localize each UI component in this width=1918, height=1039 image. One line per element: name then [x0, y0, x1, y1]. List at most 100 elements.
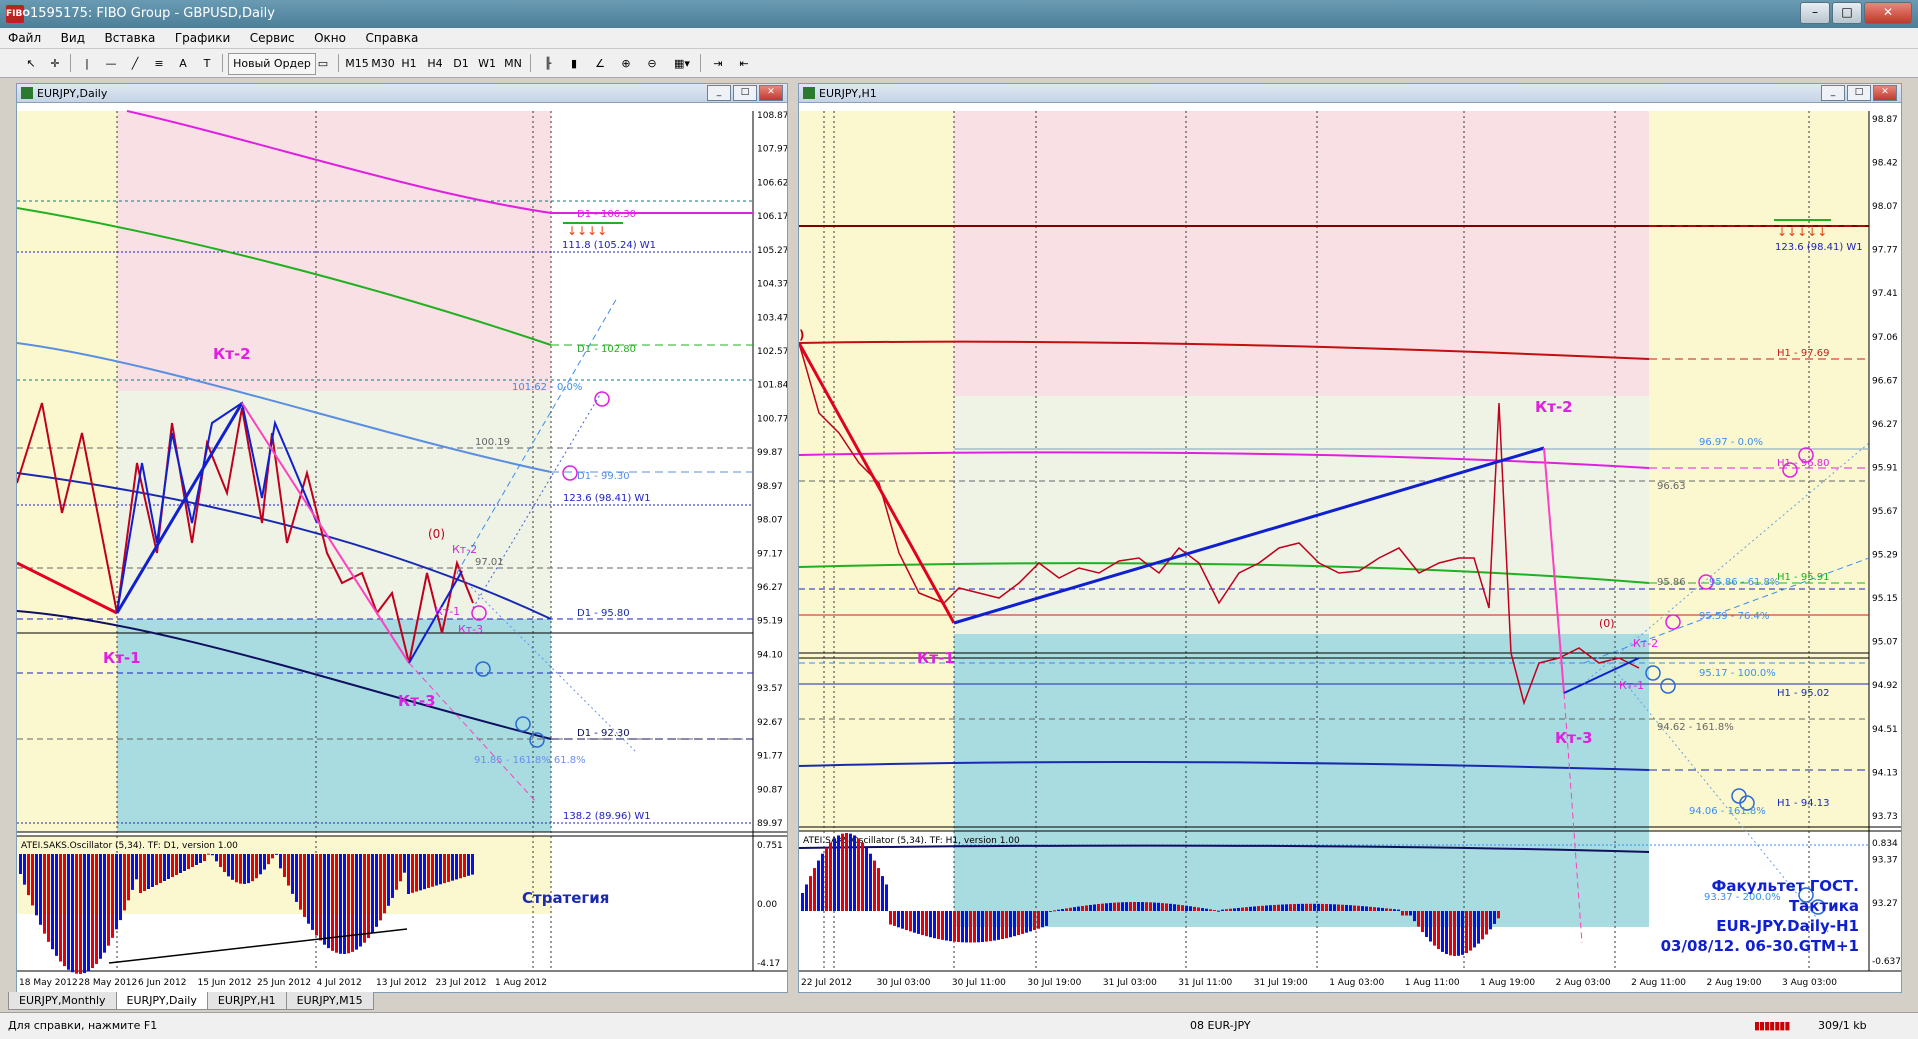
- channel-icon[interactable]: ≡: [148, 53, 170, 75]
- oscillator-bar: [371, 854, 374, 933]
- chart-minimize-button[interactable]: _: [707, 85, 731, 101]
- tf-w1-button[interactable]: W1: [474, 53, 500, 75]
- oscillator-bar: [1325, 904, 1328, 911]
- caption-line-3: EUR-JPY.Daily-H1: [1716, 917, 1859, 935]
- tab-daily[interactable]: EURJPY,Daily: [115, 992, 208, 1010]
- oscillator-bar: [1313, 903, 1316, 911]
- maximize-button[interactable]: □: [1832, 2, 1862, 24]
- cursor-icon[interactable]: ↖: [20, 53, 42, 75]
- price-axis-tick: 92.67: [757, 718, 783, 728]
- price-axis-tick: 90.87: [757, 785, 783, 795]
- oscillator-bar: [279, 854, 282, 869]
- oscillator-bar: [881, 876, 884, 911]
- oscillator-bar: [407, 854, 410, 894]
- templates-icon[interactable]: ▦▾: [666, 53, 698, 75]
- menu-charts[interactable]: Графики: [167, 28, 238, 48]
- tf-m30-button[interactable]: M30: [370, 53, 396, 75]
- oscillator-bar: [917, 911, 920, 934]
- oscillator-bar: [1469, 911, 1472, 951]
- menu-tools[interactable]: Сервис: [242, 28, 303, 48]
- minimize-button[interactable]: –: [1800, 2, 1830, 24]
- menu-file[interactable]: Файл: [0, 28, 49, 48]
- oscillator-bar: [1145, 902, 1148, 911]
- oscillator-bar: [1033, 911, 1036, 931]
- time-axis-label: 2 Aug 11:00: [1631, 978, 1686, 988]
- h1-chart-canvas[interactable]: ↓↓↓↓↓ ) Кт-2 Кт-1 Кт-3 (0) Кт-2 Кт-1 123…: [799, 103, 1901, 991]
- status-profile: 08 EUR-JPY: [1190, 1019, 1251, 1032]
- oscillator-bar: [857, 838, 860, 911]
- oscillator-bar: [937, 911, 940, 940]
- chart-window-h1: EURJPY,H1 _ □ ✕ ↓↓↓↓↓) Кт-2 Кт-1 Кт-3 (…: [798, 83, 1902, 993]
- tab-monthly[interactable]: EURJPY,Monthly: [8, 992, 117, 1010]
- oscillator-bar: [95, 854, 98, 964]
- oscillator-bar: [1065, 908, 1068, 911]
- oscillator-bar: [1153, 902, 1156, 911]
- close-button[interactable]: ✕: [1864, 2, 1912, 24]
- tf-d1-button[interactable]: D1: [448, 53, 474, 75]
- oscillator-bar: [861, 842, 864, 911]
- oscillator-bar: [127, 854, 130, 901]
- price-axis-tick: 95.67: [1872, 507, 1898, 517]
- label-icon[interactable]: T: [196, 53, 218, 75]
- label-kt3: Кт-3: [398, 692, 436, 710]
- menu-view[interactable]: Вид: [53, 28, 93, 48]
- tab-m15[interactable]: EURJPY,M15: [285, 992, 374, 1010]
- oscillator-bar: [1353, 905, 1356, 911]
- time-axis-label: 2 Aug 03:00: [1556, 978, 1611, 988]
- status-bar: Для справки, нажмите F1 08 EUR-JPY ▮▮▮▮▮…: [0, 1012, 1918, 1039]
- scroll-chart-icon[interactable]: ⇥: [706, 53, 730, 75]
- line-chart-icon[interactable]: ∠: [588, 53, 612, 75]
- price-axis-tick: 93.27: [1872, 899, 1898, 909]
- price-axis-tick: 94.13: [1872, 768, 1898, 778]
- oscillator-bar: [331, 854, 334, 951]
- oscillator-bar: [1073, 907, 1076, 911]
- oscillator-bar: [315, 854, 318, 936]
- text-icon[interactable]: A: [172, 53, 194, 75]
- tf-h1-button[interactable]: H1: [396, 53, 422, 75]
- level-fib-9406: 94.06 - 161.8%: [1689, 806, 1766, 817]
- chart-close-button[interactable]: ✕: [759, 85, 783, 101]
- oscillator-bar: [219, 854, 222, 867]
- oscillator-bar: [231, 854, 234, 880]
- oscillator-bar: [23, 854, 26, 885]
- chart-shift-icon[interactable]: ⇤: [732, 53, 756, 75]
- trendline-icon[interactable]: ╱: [124, 53, 146, 75]
- oscillator-bar: [1481, 911, 1484, 940]
- price-axis-tick: 89.97: [757, 819, 783, 829]
- menu-window[interactable]: Окно: [306, 28, 354, 48]
- oscillator-bar: [1453, 911, 1456, 956]
- chart-close-button[interactable]: ✕: [1873, 85, 1897, 101]
- new-order-button[interactable]: Новый Ордер: [228, 53, 316, 75]
- level-d1-10280: D1 - 102.80: [577, 344, 636, 355]
- oscillator-bar: [849, 833, 852, 911]
- oscillator-bar: [1197, 907, 1200, 911]
- tf-h4-button[interactable]: H4: [422, 53, 448, 75]
- bar-chart-icon[interactable]: ╟: [536, 53, 560, 75]
- horizontal-line-icon[interactable]: —: [100, 53, 122, 75]
- oscillator-bar: [973, 911, 976, 943]
- oscillator-bar: [443, 854, 446, 884]
- oscillator-bar: [1413, 911, 1416, 922]
- chart-maximize-button[interactable]: □: [733, 85, 757, 101]
- tf-m15-button[interactable]: M15: [344, 53, 370, 75]
- tab-h1[interactable]: EURJPY,H1: [206, 992, 287, 1010]
- oscillator-bar: [1429, 911, 1432, 942]
- chart-maximize-button[interactable]: □: [1847, 85, 1871, 101]
- daily-chart-canvas[interactable]: ↓↓↓↓ Кт-2 Кт-1 Кт-3 (0) Кт-2 Кт-1 Кт-3 D…: [17, 103, 787, 991]
- navigator-icon[interactable]: ▭: [312, 53, 334, 75]
- oscillator-bar: [267, 854, 270, 865]
- vertical-line-icon[interactable]: |: [76, 53, 98, 75]
- tf-mn-button[interactable]: MN: [500, 53, 526, 75]
- oscillator-bar: [363, 854, 366, 943]
- chart-minimize-button[interactable]: _: [1821, 85, 1845, 101]
- oscillator-bar: [1041, 911, 1044, 928]
- time-axis-label: 30 Jul 11:00: [952, 978, 1006, 988]
- time-axis-label: 1 Aug 03:00: [1329, 978, 1384, 988]
- level-fib-9586: 95.86 - 61.8%: [1709, 577, 1779, 588]
- candle-chart-icon[interactable]: ▮: [562, 53, 586, 75]
- zoom-out-icon[interactable]: ⊖: [640, 53, 664, 75]
- zoom-in-icon[interactable]: ⊕: [614, 53, 638, 75]
- menu-insert[interactable]: Вставка: [96, 28, 163, 48]
- menu-help[interactable]: Справка: [358, 28, 427, 48]
- crosshair-icon[interactable]: ✛: [44, 53, 66, 75]
